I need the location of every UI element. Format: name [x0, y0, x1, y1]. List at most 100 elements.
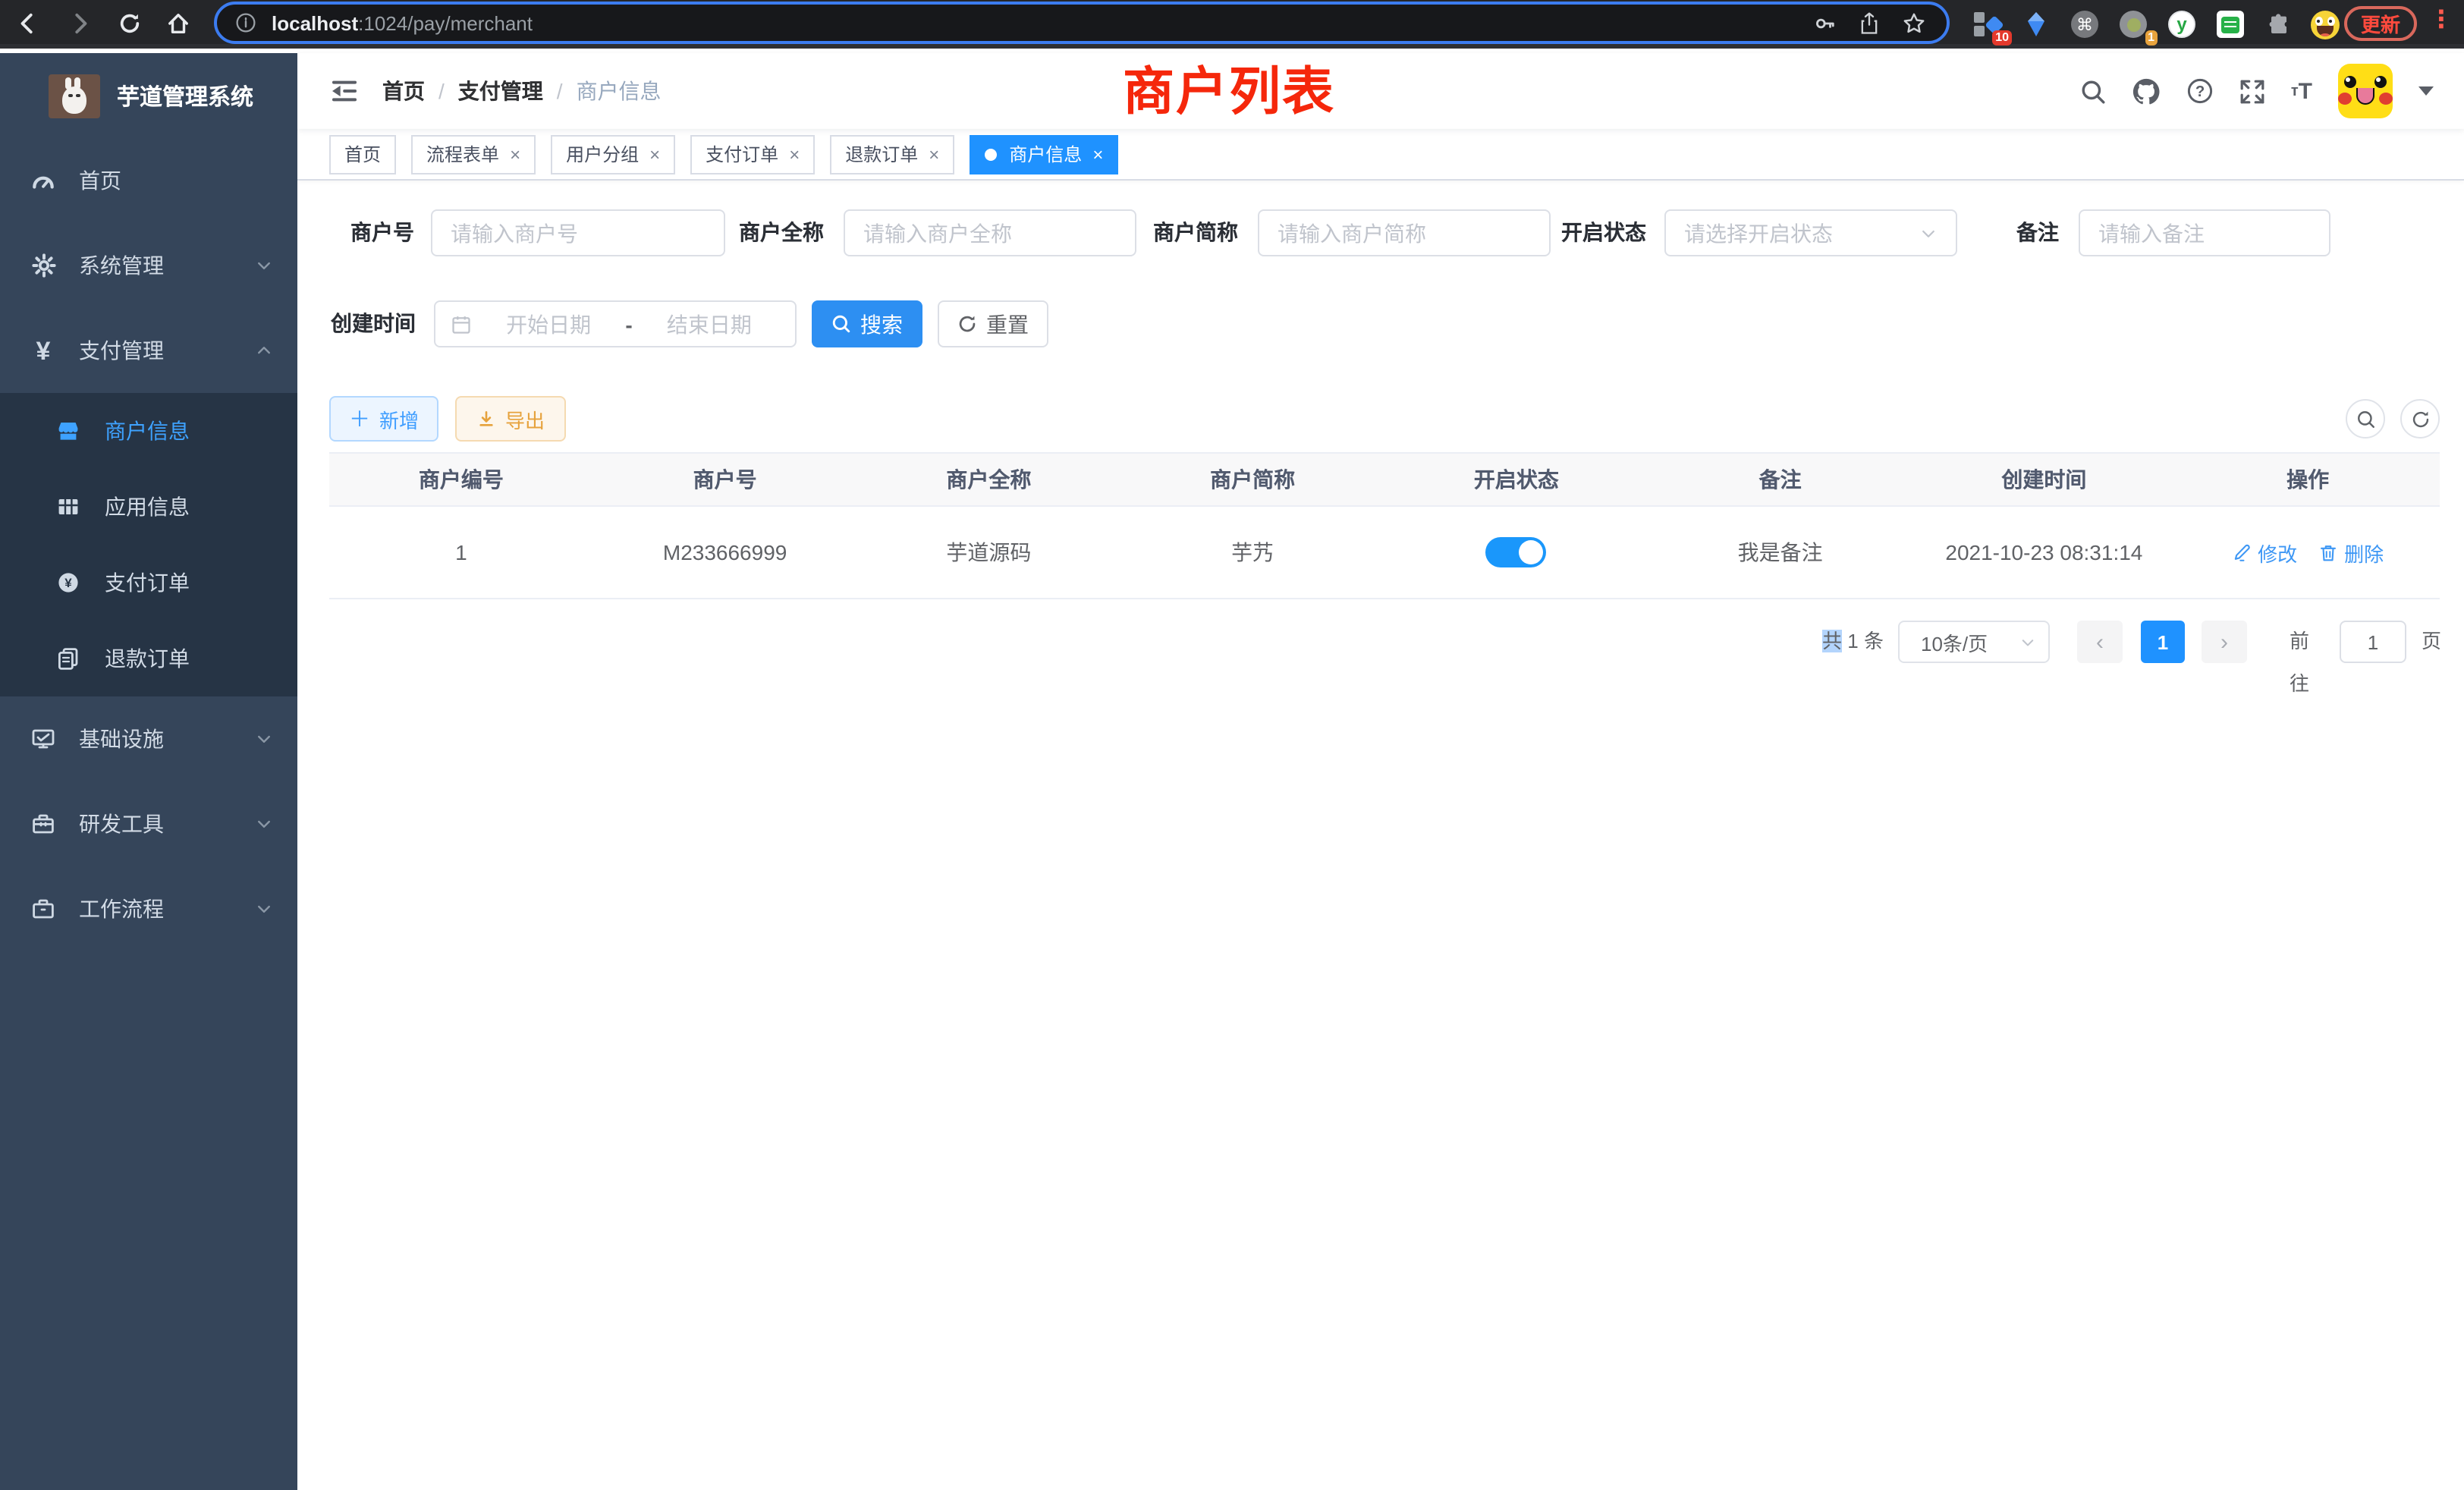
profile-avatar-icon[interactable]	[2308, 8, 2341, 41]
back-icon[interactable]	[12, 8, 42, 38]
col-status: 开启状态	[1384, 454, 1648, 505]
extension-yudao-icon[interactable]: y	[2165, 8, 2198, 41]
header-search-icon[interactable]	[2080, 78, 2106, 104]
close-icon[interactable]: ×	[649, 145, 660, 163]
search-button[interactable]: 搜索	[812, 300, 922, 347]
short-name-input[interactable]	[1258, 209, 1551, 256]
add-button[interactable]: ＋ 新增	[329, 396, 438, 442]
start-date-placeholder[interactable]: 开始日期	[478, 309, 619, 339]
copy-documents-icon	[55, 646, 80, 671]
extension-pin-icon[interactable]	[2019, 8, 2053, 41]
font-size-icon[interactable]: тT	[2291, 78, 2312, 104]
tab-user-group[interactable]: 用户分组 ×	[551, 134, 675, 174]
status-toggle[interactable]	[1486, 537, 1547, 567]
sidebar-item-system[interactable]: 系统管理	[0, 223, 297, 308]
delete-link[interactable]: 删除	[2318, 538, 2384, 567]
site-info-icon[interactable]	[235, 12, 256, 33]
col-actions: 操作	[2176, 454, 2440, 505]
url-host: localhost	[272, 11, 358, 34]
chevron-down-icon	[255, 730, 273, 748]
password-key-icon[interactable]	[1813, 11, 1836, 34]
sidebar-item-refund-order[interactable]: 退款订单	[0, 621, 297, 696]
close-icon[interactable]: ×	[1092, 145, 1103, 163]
close-icon[interactable]: ×	[789, 145, 800, 163]
tab-process-form[interactable]: 流程表单 ×	[411, 134, 536, 174]
cell-actions: 修改 删除	[2176, 507, 2440, 598]
sidebar-item-devtools[interactable]: 研发工具	[0, 781, 297, 866]
merchant-no-input[interactable]	[431, 209, 725, 256]
short-name-label: 商户简称	[1153, 209, 1238, 256]
prev-page-button[interactable]: ‹	[2077, 621, 2123, 663]
export-button[interactable]: 导出	[455, 396, 566, 442]
toggle-search-button[interactable]	[2346, 399, 2385, 439]
sidebar-item-pay[interactable]: ¥ 支付管理	[0, 308, 297, 393]
extension-recorder-icon[interactable]: 1	[2117, 8, 2150, 41]
status-select[interactable]: 请选择开启状态	[1664, 209, 1957, 256]
app-title: 芋道管理系统	[117, 80, 253, 112]
breadcrumb-pay[interactable]: 支付管理	[458, 76, 543, 106]
browser-toolbar: localhost:1024/pay/merchant 10 ⌘	[0, 0, 2464, 49]
edit-link[interactable]: 修改	[2232, 538, 2297, 567]
edit-pencil-icon	[2232, 542, 2252, 562]
table-grid-icon	[55, 495, 80, 519]
tab-pay-order[interactable]: 支付订单 ×	[690, 134, 815, 174]
close-icon[interactable]: ×	[510, 145, 520, 163]
breadcrumb: 首页 / 支付管理 / 商户信息	[382, 76, 662, 106]
tab-home[interactable]: 首页	[329, 134, 396, 174]
tab-merchant-info[interactable]: 商户信息 ×	[970, 134, 1118, 174]
share-icon[interactable]	[1859, 11, 1880, 34]
dashboard-icon	[30, 168, 56, 193]
address-bar[interactable]: localhost:1024/pay/merchant	[214, 2, 1950, 44]
reset-button[interactable]: 重置	[938, 300, 1048, 347]
reload-icon[interactable]	[114, 8, 144, 38]
chevron-down-icon	[255, 256, 273, 275]
browser-update-button[interactable]: 更新	[2344, 6, 2417, 41]
briefcase-icon	[30, 897, 56, 921]
sidebar-item-workflow[interactable]: 工作流程	[0, 866, 297, 951]
cell-created-at: 2021-10-23 08:31:14	[1912, 507, 2176, 598]
chevron-down-icon	[255, 900, 273, 918]
cell-status	[1384, 507, 1648, 598]
page-1-button[interactable]: 1	[2141, 621, 2185, 663]
sidebar-item-merchant-info[interactable]: 商户信息	[0, 393, 297, 469]
extension-tag-manager-icon[interactable]: 10	[1971, 8, 2004, 41]
url-path: :1024/pay/merchant	[358, 11, 533, 34]
refresh-table-button[interactable]	[2400, 399, 2440, 439]
top-navbar: 首页 / 支付管理 / 商户信息 ? тT	[297, 53, 2464, 129]
extension-chat-icon[interactable]	[2214, 8, 2247, 41]
browser-menu-icon[interactable]: ⋮	[2429, 5, 2453, 35]
avatar-caret-icon[interactable]	[2418, 86, 2434, 96]
github-icon[interactable]	[2132, 77, 2161, 105]
next-page-button[interactable]: ›	[2202, 621, 2247, 663]
extensions-puzzle-icon[interactable]	[2262, 8, 2296, 41]
screen: localhost:1024/pay/merchant 10 ⌘	[0, 0, 2464, 1490]
col-remark: 备注	[1648, 454, 1912, 505]
sidebar-item-infra[interactable]: 基础设施	[0, 696, 297, 781]
cell-merchant-index: 1	[329, 507, 593, 598]
bookmark-star-icon[interactable]	[1903, 11, 1925, 34]
sidebar-collapse-icon[interactable]	[331, 79, 358, 103]
help-icon[interactable]: ?	[2186, 77, 2214, 105]
fullscreen-icon[interactable]	[2239, 78, 2265, 104]
close-icon[interactable]: ×	[929, 145, 939, 163]
col-merchant-no: 商户号	[593, 454, 857, 505]
breadcrumb-home[interactable]: 首页	[382, 76, 425, 106]
create-time-range-picker[interactable]: 开始日期 - 结束日期	[434, 300, 797, 347]
app-logo-row[interactable]: 芋道管理系统	[0, 53, 297, 138]
sidebar-item-pay-order[interactable]: ¥ 支付订单	[0, 545, 297, 621]
user-avatar[interactable]	[2338, 64, 2393, 118]
forward-icon[interactable]	[64, 8, 94, 38]
extension-command-icon[interactable]: ⌘	[2068, 8, 2101, 41]
end-date-placeholder[interactable]: 结束日期	[639, 309, 780, 339]
col-short-name: 商户简称	[1120, 454, 1384, 505]
cell-short-name: 芋艿	[1120, 507, 1384, 598]
remark-input[interactable]	[2079, 209, 2330, 256]
sidebar-item-home[interactable]: 首页	[0, 138, 297, 223]
full-name-label: 商户全称	[739, 209, 824, 256]
sidebar-item-app-info[interactable]: 应用信息	[0, 469, 297, 545]
home-icon[interactable]	[162, 8, 193, 38]
page-size-select[interactable]: 10条/页	[1898, 621, 2050, 663]
tab-refund-order[interactable]: 退款订单 ×	[830, 134, 954, 174]
full-name-input[interactable]	[844, 209, 1136, 256]
goto-page-input[interactable]	[2340, 621, 2406, 663]
